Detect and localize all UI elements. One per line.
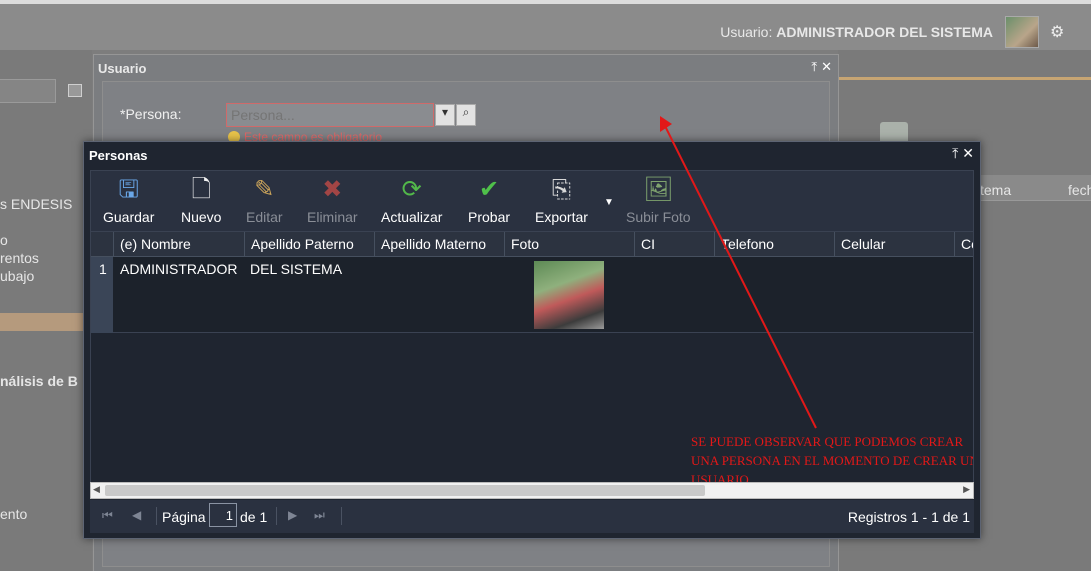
persona-label: *Persona: xyxy=(120,106,182,122)
pin-icon[interactable]: ⤒ xyxy=(952,145,958,161)
bg-menu-item[interactable]: s ENDESIS xyxy=(0,196,72,212)
bg-menu-item[interactable]: ubajo xyxy=(0,268,34,284)
paging-toolbar: ⏮ ◀ Página de 1 ▶ ⏭ Registros 1 - 1 de 1 xyxy=(90,500,974,533)
scroll-left-icon[interactable]: ◀ xyxy=(93,484,100,495)
apellido-paterno-cell[interactable]: DEL SISTEMA xyxy=(250,261,342,277)
row-number: 1 xyxy=(99,261,107,277)
export-button[interactable]: ⎘ Exportar xyxy=(535,175,588,225)
export-icon: ⎘ xyxy=(551,176,572,203)
column-header[interactable]: Foto xyxy=(504,232,634,257)
column-header[interactable]: (e) Nombre xyxy=(113,232,244,257)
user-name: ADMINISTRADOR DEL SISTEMA xyxy=(776,24,993,40)
chevron-down-icon[interactable]: ▼ xyxy=(604,197,614,208)
save-icon: 🖫 xyxy=(118,176,139,203)
last-page-icon[interactable]: ⏭ xyxy=(314,508,325,523)
window-tools: ⤒ ✕ xyxy=(807,59,832,75)
column-header[interactable]: Apellido Materno xyxy=(374,232,504,257)
column-header[interactable]: CI xyxy=(634,232,714,257)
personas-window: Personas ⤒ ✕ 🖫 Guardar 🗋 Nuevo ✎ Editar ✖… xyxy=(83,141,981,539)
search-icon[interactable]: ⌕ xyxy=(456,104,476,126)
window-tools: ⤒ ✕ xyxy=(948,145,974,162)
toolbar: 🖫 Guardar 🗋 Nuevo ✎ Editar ✖ Eliminar ⟳ … xyxy=(90,170,974,232)
button-label: Eliminar xyxy=(307,209,358,225)
records-info: Registros 1 - 1 de 1 xyxy=(847,509,970,525)
column-header[interactable]: Celular xyxy=(834,232,954,257)
button-label: Actualizar xyxy=(381,209,443,225)
bg-menu-item[interactable]: rentos xyxy=(0,250,39,266)
delete-button[interactable]: ✖ Eliminar xyxy=(307,175,358,225)
new-doc-icon: 🗋 xyxy=(191,176,211,203)
button-label: Editar xyxy=(246,209,283,225)
persona-combo-input[interactable] xyxy=(226,103,434,127)
bg-selected-item xyxy=(0,313,92,331)
avatar[interactable] xyxy=(1005,16,1039,48)
user-label: Usuario: ADMINISTRADOR DEL SISTEMA xyxy=(720,24,993,40)
separator xyxy=(156,507,157,525)
grid-header: (e) Nombre Apellido Paterno Apellido Mat… xyxy=(91,232,973,257)
page-number-input[interactable] xyxy=(209,503,237,527)
column-header[interactable]: Telefono xyxy=(714,232,834,257)
checkmark-icon: ✔ xyxy=(478,176,500,203)
button-label: Guardar xyxy=(103,209,155,225)
page-total-label: de 1 xyxy=(240,509,268,525)
save-button[interactable]: 🖫 Guardar xyxy=(103,175,154,225)
calendar-icon[interactable] xyxy=(68,84,82,97)
edit-button[interactable]: ✎ Editar xyxy=(246,175,283,225)
column-header[interactable]: Co xyxy=(954,232,973,257)
first-page-icon[interactable]: ⏮ xyxy=(102,508,113,523)
personas-grid: (e) Nombre Apellido Paterno Apellido Mat… xyxy=(90,232,974,482)
scrollbar-thumb[interactable] xyxy=(105,485,705,496)
refresh-button[interactable]: ⟳ Actualizar xyxy=(381,175,442,225)
chevron-down-icon[interactable]: ▾ xyxy=(435,104,455,126)
background-left-panel xyxy=(0,50,92,571)
column-header[interactable]: Apellido Paterno xyxy=(244,232,374,257)
button-label: Exportar xyxy=(535,209,588,225)
bg-column-header: tema xyxy=(980,182,1012,198)
button-label: Probar xyxy=(468,209,511,225)
annotation-text: SE PUEDE OBSERVAR QUE PODEMOS CREAR UNA … xyxy=(691,434,974,482)
upload-photo-icon: 🖼 xyxy=(643,176,674,203)
close-icon[interactable]: ✕ xyxy=(821,59,832,74)
separator xyxy=(276,507,277,525)
upload-photo-button[interactable]: 🖼 Subir Foto xyxy=(626,175,691,225)
refresh-icon: ⟳ xyxy=(401,176,422,203)
top-bar: Usuario: ADMINISTRADOR DEL SISTEMA ⚙ xyxy=(0,0,1091,50)
table-row[interactable]: 1 ADMINISTRADOR DEL SISTEMA xyxy=(91,257,973,333)
close-icon[interactable]: ✕ xyxy=(962,145,974,161)
page-label: Página xyxy=(162,509,206,525)
bg-menu-item[interactable]: o xyxy=(0,232,8,248)
horizontal-scrollbar[interactable]: ◀ ▶ xyxy=(90,482,974,499)
background-search-input[interactable] xyxy=(0,79,56,103)
window-title: Personas xyxy=(89,148,148,163)
scroll-right-icon[interactable]: ▶ xyxy=(963,484,970,495)
button-label: Subir Foto xyxy=(626,209,691,225)
user-prefix: Usuario: xyxy=(720,24,773,40)
person-photo[interactable] xyxy=(534,261,604,329)
separator xyxy=(341,507,342,525)
previous-page-icon[interactable]: ◀ xyxy=(132,508,141,522)
row-number-header xyxy=(91,232,113,257)
delete-icon: ✖ xyxy=(322,176,343,203)
button-label: Nuevo xyxy=(181,209,222,225)
bg-column-header: fech xyxy=(1068,182,1091,198)
pencil-icon: ✎ xyxy=(254,176,275,203)
test-button[interactable]: ✔ Probar xyxy=(468,175,510,225)
gear-icon[interactable]: ⚙ xyxy=(1050,22,1070,42)
bg-menu-item[interactable]: ento xyxy=(0,506,27,522)
new-button[interactable]: 🗋 Nuevo xyxy=(181,175,221,225)
bg-menu-item[interactable]: nálisis de B xyxy=(0,373,78,389)
nombre-cell[interactable]: ADMINISTRADOR xyxy=(120,261,237,277)
window-title: Usuario xyxy=(98,61,147,76)
next-page-icon[interactable]: ▶ xyxy=(288,508,297,522)
pin-icon[interactable]: ⤒ xyxy=(811,59,817,74)
bg-accent-line xyxy=(838,77,1091,80)
